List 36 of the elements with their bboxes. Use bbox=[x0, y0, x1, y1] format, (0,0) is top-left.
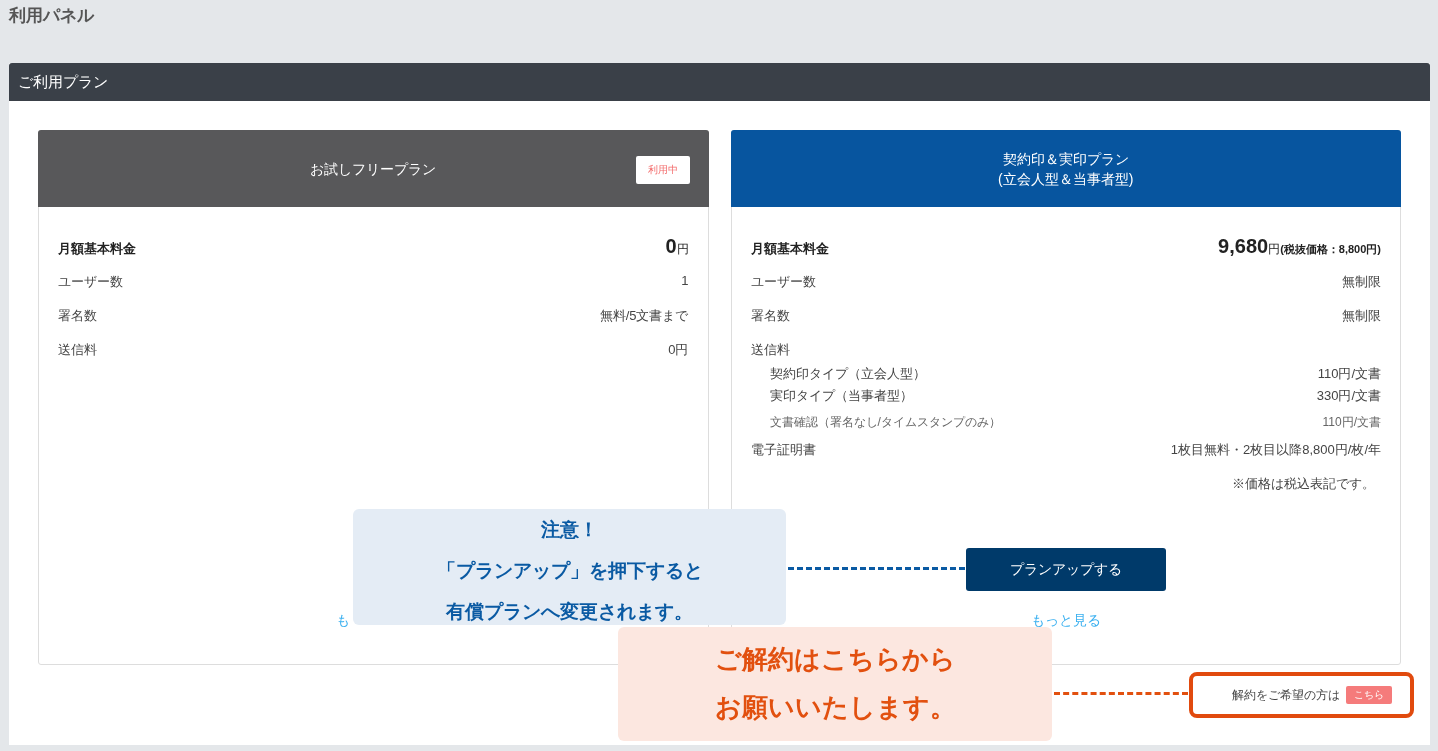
row-value: 0円 bbox=[668, 341, 689, 359]
row-value: 330円/文書 bbox=[1316, 387, 1381, 405]
row-label: 電子証明書 bbox=[750, 441, 816, 459]
row-label: 文書確認（署名なし/タイムスタンプのみ） bbox=[769, 414, 1001, 431]
row-label: 署名数 bbox=[750, 307, 790, 325]
row-value: 1枚目無料・2枚目以降8,800円/枚/年 bbox=[1170, 441, 1381, 459]
row-label: ユーザー数 bbox=[58, 273, 123, 291]
cancel-link[interactable]: こちら bbox=[1346, 686, 1392, 704]
plan-title: お試しフリープラン bbox=[310, 159, 437, 179]
fee-label: 月額基本料金 bbox=[750, 240, 829, 258]
row-label: ユーザー数 bbox=[750, 273, 816, 291]
fee-value: 9,680円(税抜価格：8,800円) bbox=[1218, 235, 1381, 258]
row-value: 1 bbox=[681, 273, 689, 288]
row-label: 実印タイプ（当事者型） bbox=[769, 387, 913, 405]
status-badge: 利用中 bbox=[635, 156, 690, 184]
row-value: 110円/文書 bbox=[1317, 365, 1381, 383]
row-value: 無料/5文書まで bbox=[599, 307, 689, 325]
row-value: 無制限 bbox=[1342, 273, 1381, 291]
panel-title: ご利用プラン bbox=[18, 72, 108, 92]
page-title: 利用パネル bbox=[9, 5, 94, 27]
callout-note: 注意！ 「プランアップ」を押下すると 有償プランへ変更されます。 bbox=[353, 509, 786, 625]
row-value: 無制限 bbox=[1342, 307, 1381, 325]
tax-note: ※価格は税込表記です。 bbox=[1231, 475, 1376, 493]
row-label: 送信料 bbox=[750, 341, 790, 359]
row-label: 署名数 bbox=[58, 307, 97, 325]
callout-note: ご解約はこちらから お願いいたします。 bbox=[618, 627, 1052, 741]
cancel-text: 解約をご希望の方は bbox=[1232, 686, 1340, 704]
fee-label: 月額基本料金 bbox=[58, 240, 136, 258]
row-value: 110円/文書 bbox=[1322, 414, 1381, 431]
plan-up-button[interactable]: プランアップする bbox=[965, 548, 1166, 591]
more-link[interactable]: も bbox=[336, 612, 350, 628]
row-label: 送信料 bbox=[58, 341, 97, 359]
row-label: 契約印タイプ（立会人型） bbox=[769, 365, 926, 383]
more-link[interactable]: もっと見る bbox=[1030, 612, 1101, 628]
plan-title: 契約印＆実印プラン (立会人型＆当事者型) bbox=[998, 149, 1134, 189]
fee-value: 0円 bbox=[665, 235, 689, 258]
